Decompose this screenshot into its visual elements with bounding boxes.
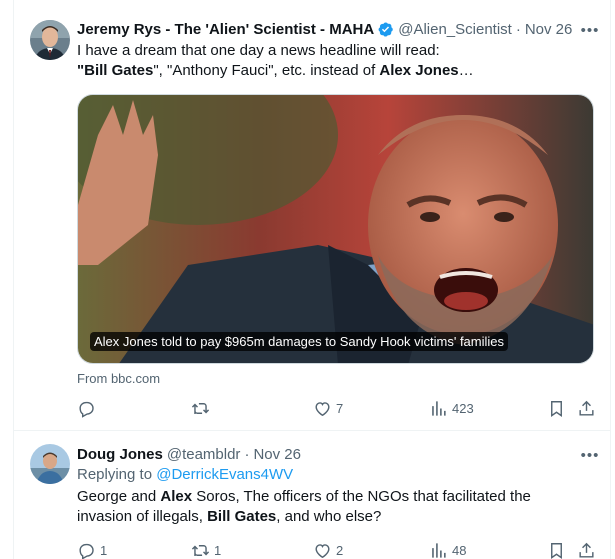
bookmark-icon bbox=[551, 542, 562, 559]
avatar[interactable] bbox=[30, 20, 70, 60]
tweet[interactable]: Doug Jones @teambldr · Nov 26 ••• Replyi… bbox=[14, 431, 610, 559]
reply-count: 1 bbox=[100, 542, 108, 558]
tweet-text-line: invasion of illegals, Bill Gates, and wh… bbox=[77, 507, 577, 527]
tweet-header: Doug Jones @teambldr · Nov 26 bbox=[77, 444, 301, 464]
text-plain: ", "Anthony Fauci", etc. instead of bbox=[153, 62, 380, 79]
action-bar: 7 423 bbox=[77, 398, 597, 418]
replying-to: Replying to @DerrickEvans4WV bbox=[77, 466, 293, 483]
more-icon[interactable]: ••• bbox=[580, 20, 600, 40]
reply-icon bbox=[79, 401, 94, 418]
author-name[interactable]: Jeremy Rys - The 'Alien' Scientist - MAH… bbox=[77, 21, 374, 38]
views-button[interactable]: 423 bbox=[429, 398, 474, 418]
heart-icon bbox=[315, 401, 330, 416]
share-button[interactable] bbox=[577, 398, 596, 418]
text-plain: George and bbox=[77, 488, 161, 505]
text-bold: Bill Gates bbox=[84, 62, 154, 79]
card-caption: Alex Jones told to pay $965m damages to … bbox=[90, 332, 509, 351]
text-ellipsis: … bbox=[458, 62, 474, 79]
text-plain: invasion of illegals, bbox=[77, 508, 208, 525]
like-button[interactable]: 2 bbox=[313, 540, 343, 559]
text-plain: , and who else? bbox=[276, 508, 382, 525]
text-bold: Alex Jones bbox=[379, 62, 459, 79]
text-plain: Soros, The officers of the NGOs that fac… bbox=[192, 488, 531, 505]
link-card[interactable]: Alex Jones told to pay $965m damages to … bbox=[77, 94, 594, 364]
share-button[interactable] bbox=[577, 540, 596, 559]
separator: · bbox=[515, 20, 521, 38]
replying-handle-link[interactable]: @DerrickEvans4WV bbox=[156, 466, 293, 483]
tweet-date[interactable]: Nov 26 bbox=[525, 21, 573, 38]
share-icon bbox=[579, 542, 594, 558]
reply-button[interactable]: 1 bbox=[77, 540, 107, 559]
like-button[interactable]: 7 bbox=[313, 398, 343, 418]
retweet-button[interactable]: 1 bbox=[191, 540, 221, 559]
tweet-text-line: "Bill Gates", "Anthony Fauci", etc. inst… bbox=[77, 61, 577, 81]
like-count: 7 bbox=[336, 400, 344, 416]
view-count: 48 bbox=[452, 542, 467, 558]
author-handle[interactable]: @Alien_Scientist bbox=[398, 21, 512, 38]
tweet-header: Jeremy Rys - The 'Alien' Scientist - MAH… bbox=[77, 19, 572, 39]
tweet-text: I have a dream that one day a news headl… bbox=[77, 41, 577, 81]
bookmark-button[interactable] bbox=[547, 398, 566, 418]
reply-button[interactable] bbox=[77, 398, 100, 418]
like-count: 2 bbox=[336, 542, 344, 558]
more-icon[interactable]: ••• bbox=[580, 445, 600, 465]
card-source[interactable]: From bbc.com bbox=[77, 371, 160, 386]
tweet-text-line: I have a dream that one day a news headl… bbox=[77, 42, 440, 59]
timeline: Jeremy Rys - The 'Alien' Scientist - MAH… bbox=[13, 0, 611, 559]
tweet-text-line: George and Alex Soros, The officers of t… bbox=[77, 487, 577, 507]
views-button[interactable]: 48 bbox=[429, 540, 466, 559]
views-icon bbox=[432, 542, 446, 558]
views-icon bbox=[432, 400, 446, 416]
bookmark-icon bbox=[551, 400, 562, 417]
reply-icon bbox=[79, 543, 94, 559]
share-icon bbox=[579, 400, 594, 416]
text-bold: Bill Gates bbox=[207, 508, 277, 525]
tweet[interactable]: Jeremy Rys - The 'Alien' Scientist - MAH… bbox=[14, 0, 610, 431]
view-count: 423 bbox=[452, 400, 474, 416]
tweet-text: George and Alex Soros, The officers of t… bbox=[77, 487, 577, 527]
verified-badge-icon bbox=[377, 21, 394, 38]
separator: · bbox=[244, 445, 250, 463]
action-bar: 1 1 2 48 bbox=[77, 540, 597, 559]
replying-prefix: Replying to bbox=[77, 466, 157, 483]
author-handle[interactable]: @teambldr bbox=[167, 446, 241, 463]
retweet-count: 1 bbox=[214, 542, 222, 558]
heart-icon bbox=[315, 543, 330, 558]
tweet-date[interactable]: Nov 26 bbox=[253, 446, 301, 463]
card-image bbox=[78, 95, 593, 363]
author-name[interactable]: Doug Jones bbox=[77, 446, 163, 463]
avatar[interactable] bbox=[30, 444, 70, 484]
text-bold: Alex bbox=[160, 488, 193, 505]
retweet-button[interactable] bbox=[191, 398, 214, 418]
retweet-icon bbox=[191, 544, 210, 556]
bookmark-button[interactable] bbox=[547, 540, 566, 559]
retweet-icon bbox=[191, 402, 210, 414]
